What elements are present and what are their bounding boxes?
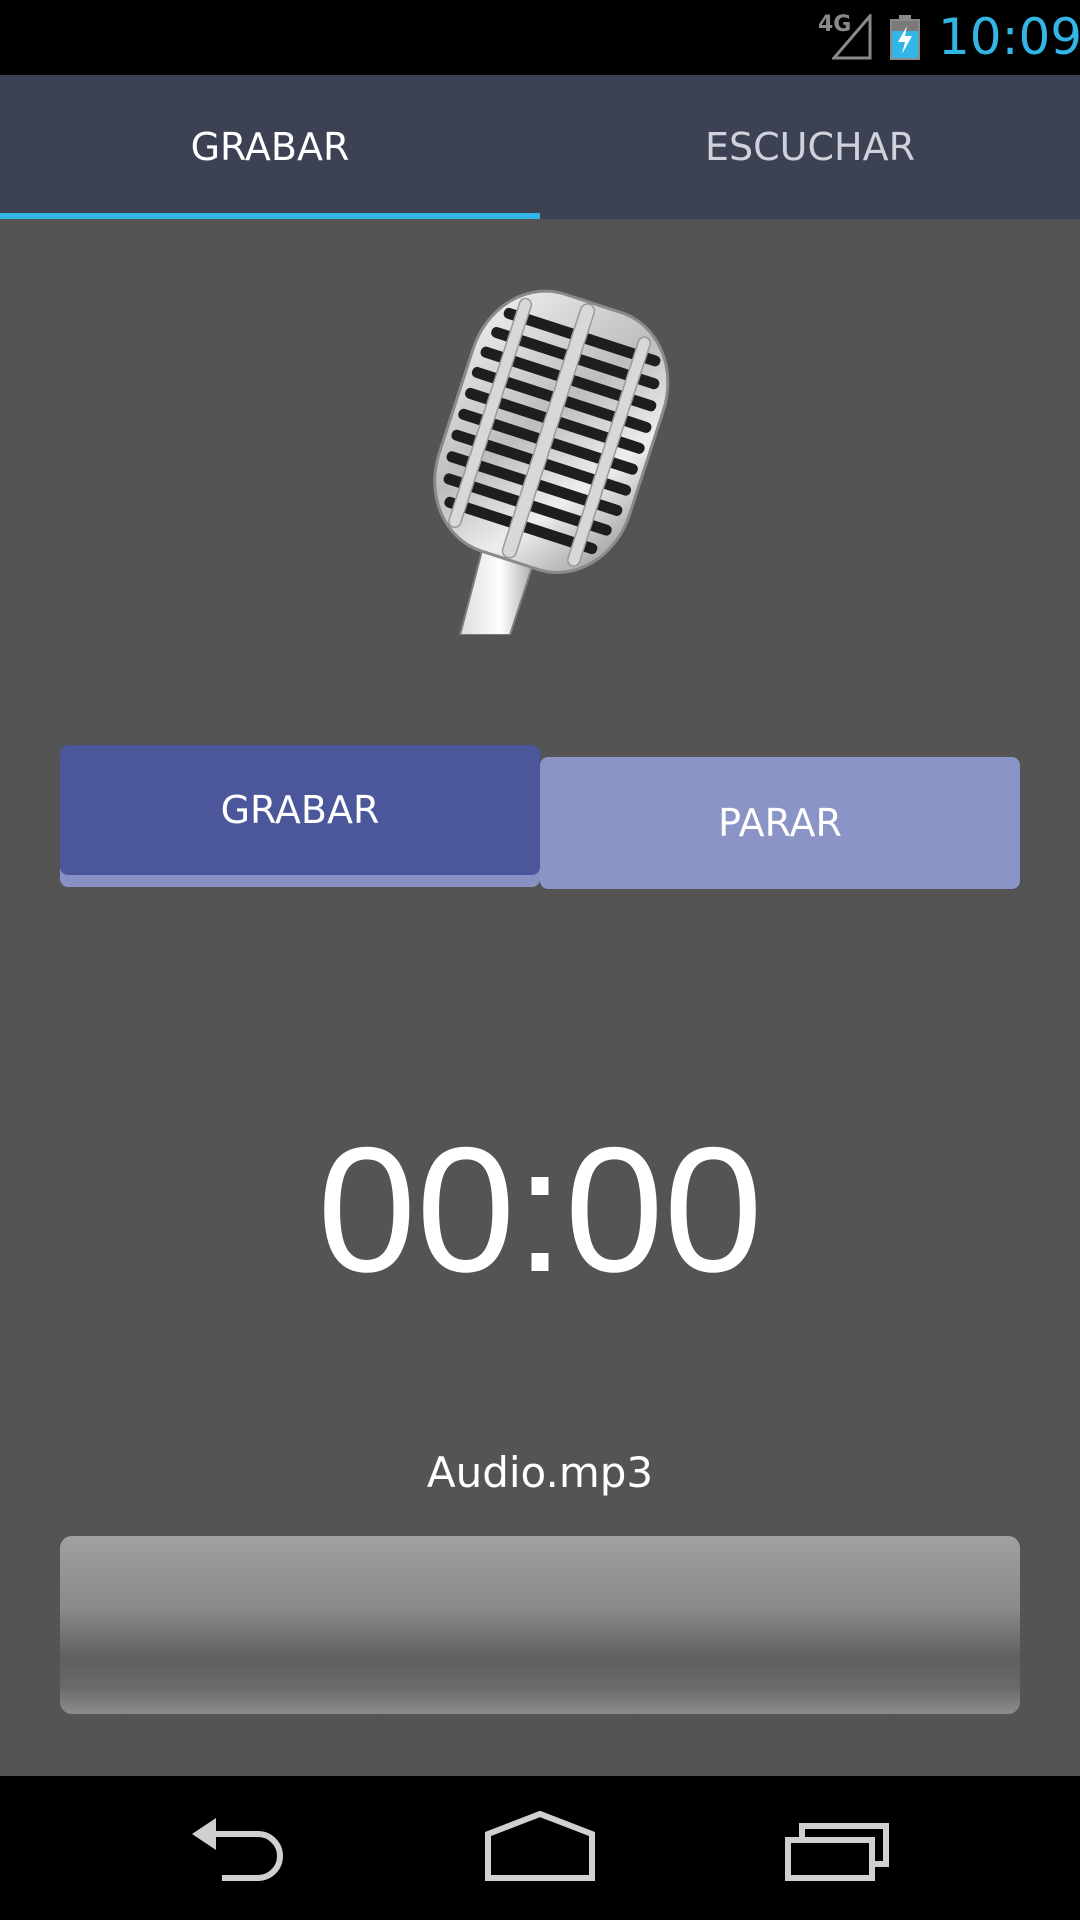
record-button[interactable]: GRABAR	[60, 745, 540, 875]
back-icon[interactable]	[180, 1804, 300, 1894]
signal-icon	[832, 14, 872, 60]
file-name-label: Audio.mp3	[426, 1448, 654, 1497]
tab-selected-indicator	[0, 213, 540, 219]
tab-grabar[interactable]: GRABAR	[0, 75, 540, 219]
recents-icon[interactable]	[782, 1804, 902, 1894]
system-nav-bar	[0, 1776, 1080, 1920]
status-clock: 10:09	[938, 8, 1080, 66]
home-icon[interactable]	[480, 1804, 600, 1894]
tab-escuchar[interactable]: ESCUCHAR	[540, 75, 1080, 219]
battery-charging-icon	[890, 15, 920, 60]
tab-bar: GRABAR ESCUCHAR	[0, 75, 1080, 219]
microphone-icon	[433, 289, 670, 635]
recording-progress-bar	[60, 1536, 1020, 1714]
stop-button[interactable]: PARAR	[540, 757, 1020, 889]
status-bar: 4G 10:09	[0, 0, 1080, 75]
elapsed-timer: 00:00	[317, 1110, 763, 1309]
